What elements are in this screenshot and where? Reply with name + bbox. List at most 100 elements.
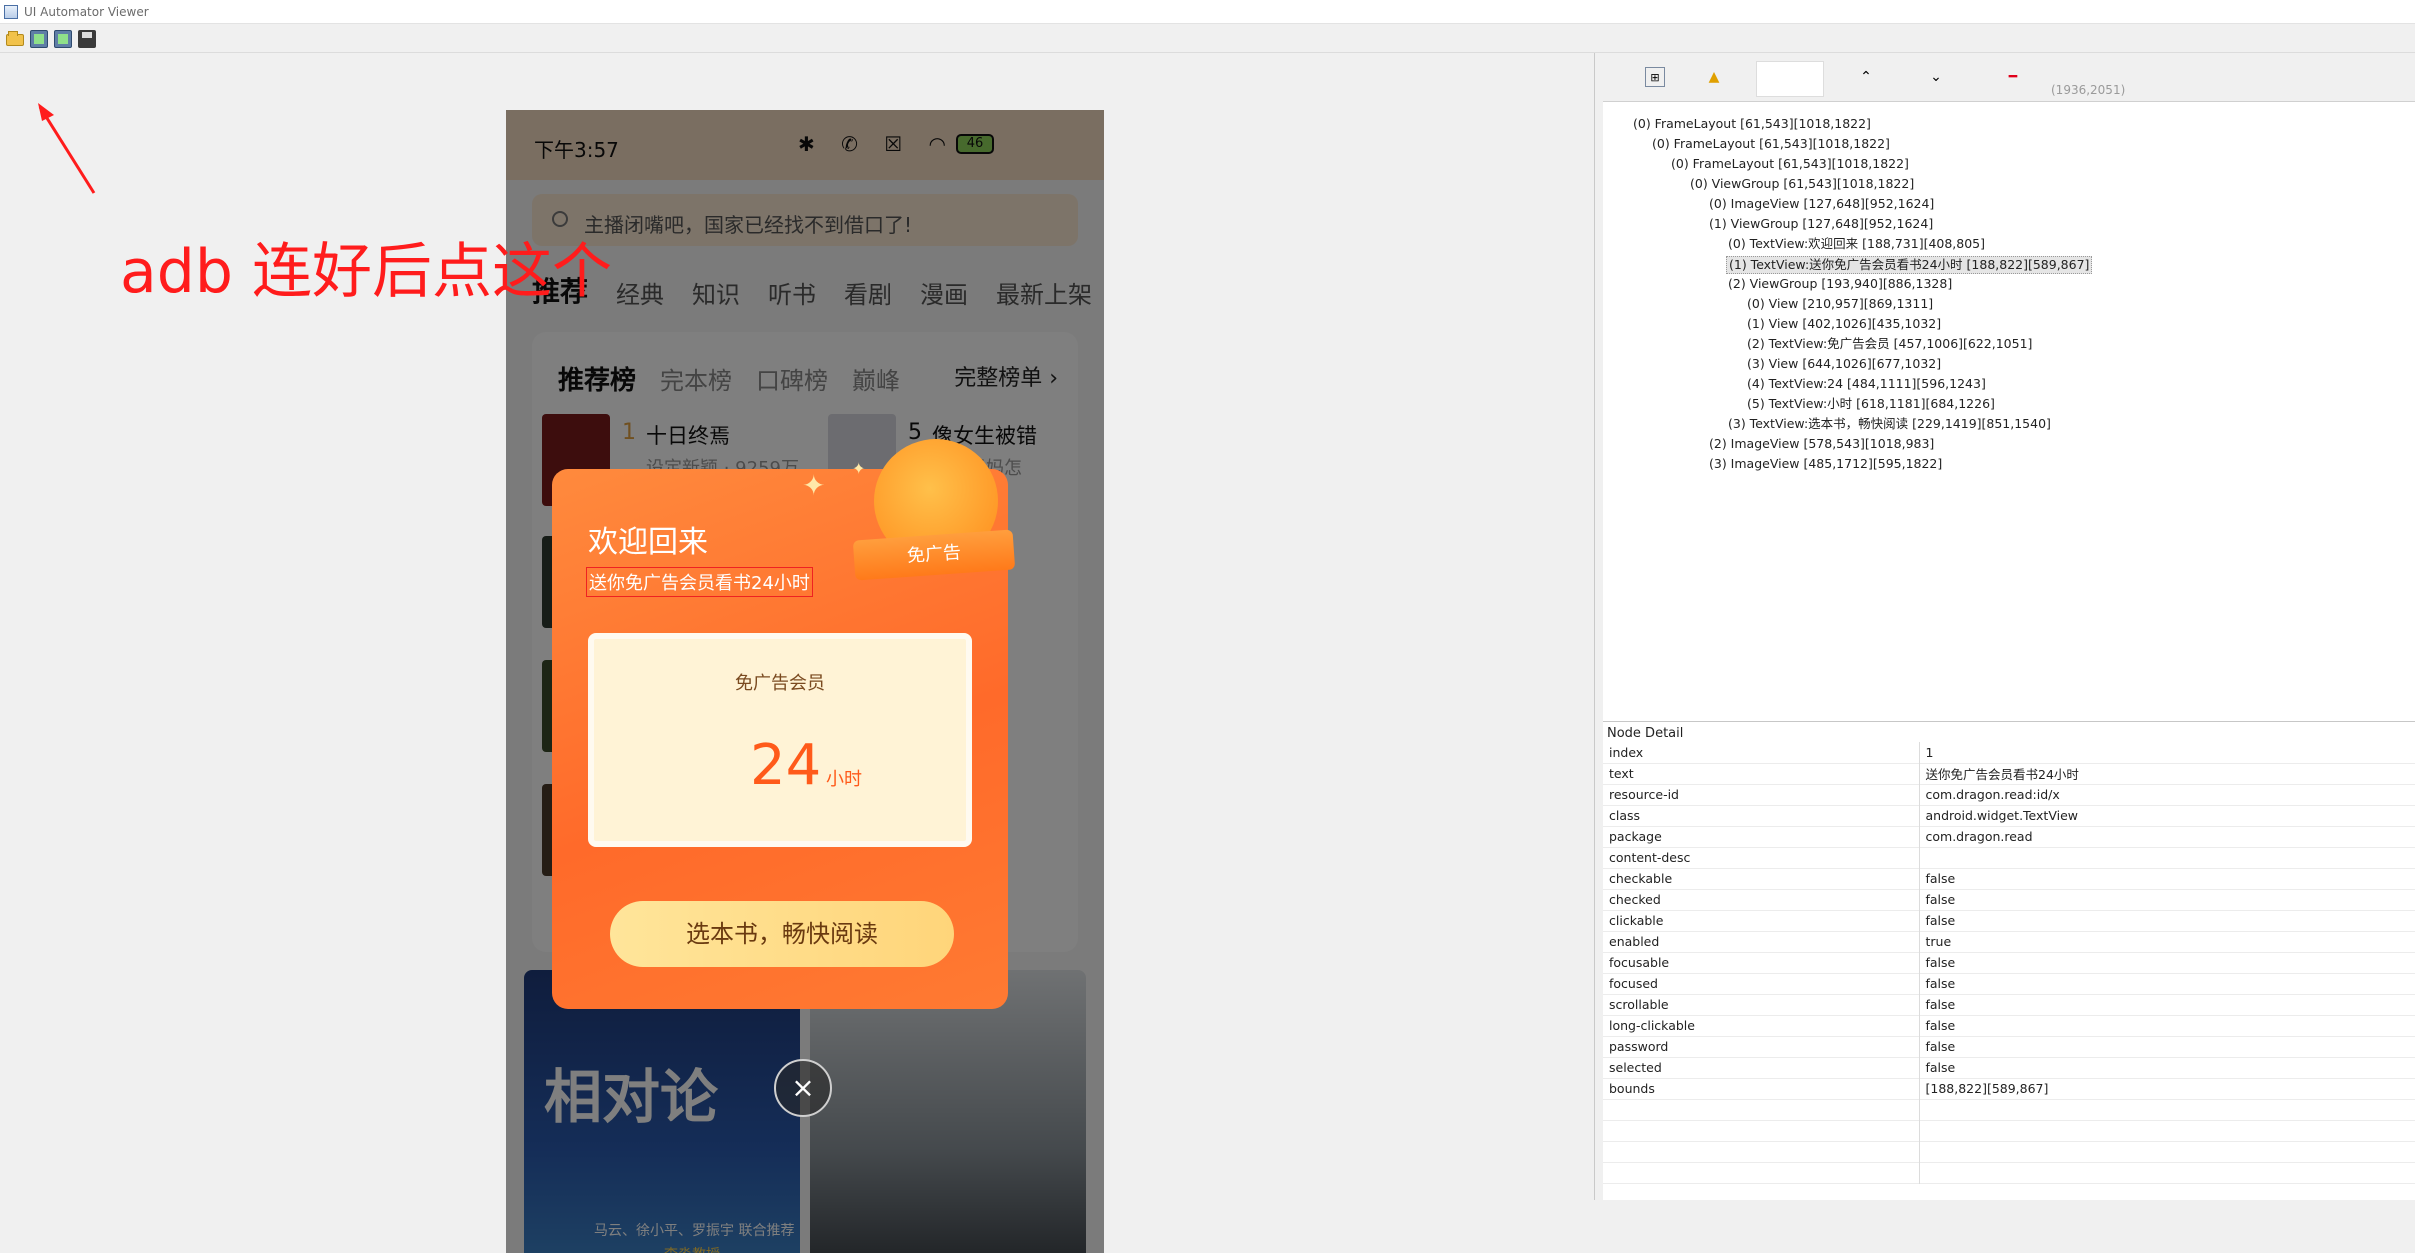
- detail-value: false: [1925, 955, 1956, 970]
- detail-value: 1: [1925, 744, 1934, 760]
- collapse-icon[interactable]: ━: [2003, 67, 2023, 87]
- detail-key: bounds: [1603, 1078, 1920, 1099]
- table-row[interactable]: long-clickable false: [1603, 1015, 2415, 1036]
- welcome-dialog: 免广告 ✦ ✦ 欢迎回来 送你免广告会员看书24小时 免广告会员 24 小时 选…: [552, 439, 1016, 1009]
- detail-value: false: [1925, 1060, 1956, 1075]
- app-icon: [4, 4, 18, 19]
- table-row[interactable]: clickable false: [1603, 910, 2415, 931]
- table-row-empty: [1603, 1099, 2415, 1120]
- detail-value: false: [1925, 976, 1956, 991]
- tree-node[interactable]: (2) TextView:免广告会员 [457,1006][622,1051]: [1745, 336, 2034, 352]
- detail-key: enabled: [1603, 931, 1920, 952]
- detail-value: false: [1925, 871, 1956, 886]
- table-row[interactable]: focusable false: [1603, 952, 2415, 973]
- window-title: UI Automator Viewer: [24, 4, 149, 19]
- table-row[interactable]: content-desc: [1603, 847, 2415, 868]
- tree-node[interactable]: (0) FrameLayout [61,543][1018,1822]: [1669, 156, 1911, 172]
- hierarchy-tree[interactable]: (0) FrameLayout [61,543][1018,1822] (0) F…: [1603, 101, 2415, 767]
- tree-node[interactable]: (0) TextView:欢迎回来 [188,731][408,805]: [1726, 236, 1987, 252]
- tree-node[interactable]: (0) ImageView [127,648][952,1624]: [1707, 196, 1936, 212]
- detail-key: selected: [1603, 1057, 1920, 1078]
- detail-key: class: [1603, 805, 1920, 826]
- expand-all-icon[interactable]: ⊞: [1645, 67, 1665, 87]
- tree-node[interactable]: (0) ViewGroup [61,543][1018,1822]: [1688, 176, 1916, 192]
- toggle-naf-button[interactable]: [1756, 61, 1824, 97]
- sparkle-icon: ✦: [852, 459, 866, 478]
- table-row[interactable]: enabled true: [1603, 931, 2415, 952]
- tree-node[interactable]: (1) View [402,1026][435,1032]: [1745, 316, 1943, 332]
- table-row-empty: [1603, 1120, 2415, 1141]
- annotation-text: adb 连好后点这个: [120, 237, 613, 307]
- detail-value: [1919, 1120, 2415, 1141]
- table-row-empty: [1603, 1162, 2415, 1183]
- table-row[interactable]: text 送你免广告会员看书24小时: [1603, 763, 2415, 784]
- ad-free-badge: 免广告: [852, 529, 1016, 581]
- detail-value: 送你免广告会员看书24小时: [1925, 767, 2079, 782]
- title-bar: UI Automator Viewer: [0, 0, 2415, 24]
- detail-key: password: [1603, 1036, 1920, 1057]
- table-row[interactable]: scrollable false: [1603, 994, 2415, 1015]
- tree-node[interactable]: (5) TextView:小时 [618,1181][684,1226]: [1745, 396, 1997, 412]
- detail-key: index: [1603, 742, 1920, 763]
- table-row-empty: [1603, 1141, 2415, 1162]
- tree-node[interactable]: (0) FrameLayout [61,543][1018,1822]: [1650, 136, 1892, 152]
- tree-node[interactable]: (2) ViewGroup [193,940][886,1328]: [1726, 276, 1954, 292]
- detail-value: [1919, 847, 2415, 868]
- choose-book-button[interactable]: 选本书，畅快阅读: [610, 901, 954, 967]
- warning-icon[interactable]: ▲: [1704, 67, 1724, 87]
- detail-value: com.dragon.read:id/x: [1925, 787, 2060, 802]
- detail-key: checkable: [1603, 868, 1920, 889]
- tree-node[interactable]: (2) ImageView [578,543][1018,983]: [1707, 436, 1936, 452]
- main-toolbar: [0, 25, 2415, 53]
- node-detail-table: index 1 text 送你免广告会员看书24小时 resource-id com.dr…: [1603, 742, 2415, 1184]
- table-row[interactable]: selected false: [1603, 1057, 2415, 1078]
- tree-node[interactable]: (3) TextView:选本书，畅快阅读 [229,1419][851,154…: [1726, 416, 2053, 432]
- ticket-label: 免广告会员: [735, 673, 825, 694]
- chevron-down-icon[interactable]: ⌄: [1926, 67, 1946, 87]
- membership-ticket: 免广告会员 24 小时: [588, 633, 972, 847]
- dialog-title: 欢迎回来: [588, 525, 708, 560]
- ticket-unit: 小时: [826, 769, 862, 790]
- tree-node[interactable]: (0) View [210,957][869,1311]: [1745, 296, 1935, 312]
- table-row[interactable]: checked false: [1603, 889, 2415, 910]
- annotation-arrow: [38, 103, 96, 194]
- save-icon[interactable]: [78, 29, 96, 48]
- node-detail-header: Node Detail: [1607, 726, 1684, 741]
- table-row[interactable]: password false: [1603, 1036, 2415, 1057]
- tree-node[interactable]: (3) ImageView [485,1712][595,1822]: [1707, 456, 1944, 472]
- device-screenshot-compressed-icon[interactable]: [54, 29, 72, 48]
- detail-value: [1919, 1162, 2415, 1183]
- detail-value: com.dragon.read: [1925, 829, 2033, 844]
- table-row[interactable]: focused false: [1603, 973, 2415, 994]
- table-row[interactable]: resource-id com.dragon.read:id/x: [1603, 784, 2415, 805]
- detail-key: [1603, 1099, 1920, 1120]
- close-icon[interactable]: ×: [774, 1059, 832, 1117]
- chevron-up-icon[interactable]: ⌃: [1856, 67, 1876, 87]
- ticket-hours: 24: [750, 733, 822, 798]
- detail-key: long-clickable: [1603, 1015, 1920, 1036]
- table-row[interactable]: package com.dragon.read: [1603, 826, 2415, 847]
- sparkle-icon: ✦: [802, 469, 826, 502]
- node-detail-pane: Node Detail index 1 text 送你免广告会员看书24小时 resou…: [1603, 721, 2415, 1200]
- tree-node[interactable]: (4) TextView:24 [484,1111][596,1243]: [1745, 376, 1988, 392]
- table-row[interactable]: checkable false: [1603, 868, 2415, 889]
- detail-key: resource-id: [1603, 784, 1920, 805]
- detail-key: package: [1603, 826, 1920, 847]
- table-row[interactable]: bounds [188,822][589,867]: [1603, 1078, 2415, 1099]
- table-row[interactable]: index 1: [1603, 742, 2415, 763]
- tree-node[interactable]: (0) FrameLayout [61,543][1018,1822]: [1631, 116, 1873, 132]
- tree-node[interactable]: (1) TextView:送你免广告会员看书24小时 [188,822][589…: [1726, 256, 2093, 274]
- detail-value: true: [1925, 934, 1952, 949]
- open-folder-icon[interactable]: [6, 31, 24, 46]
- tree-toolbar: ⊞ ▲ ⌃ ⌄ ━ (1936,2051): [1601, 57, 2415, 99]
- detail-key: scrollable: [1603, 994, 1920, 1015]
- tree-node[interactable]: (3) View [644,1026][677,1032]: [1745, 356, 1943, 372]
- screenshot-pane[interactable]: 下午3:57 ✱ ✆ ☒ ◠ 46 主播闭嘴吧，国家已经找不到借口了! 推荐 经…: [4, 53, 1595, 1253]
- coordinate-readout: (1936,2051): [2051, 83, 2126, 97]
- detail-key: content-desc: [1603, 847, 1920, 868]
- detail-value: [1919, 1099, 2415, 1120]
- device-screenshot-icon[interactable]: [30, 29, 48, 48]
- detail-key: [1603, 1141, 1920, 1162]
- tree-node[interactable]: (1) ViewGroup [127,648][952,1624]: [1707, 216, 1935, 232]
- table-row[interactable]: class android.widget.TextView: [1603, 805, 2415, 826]
